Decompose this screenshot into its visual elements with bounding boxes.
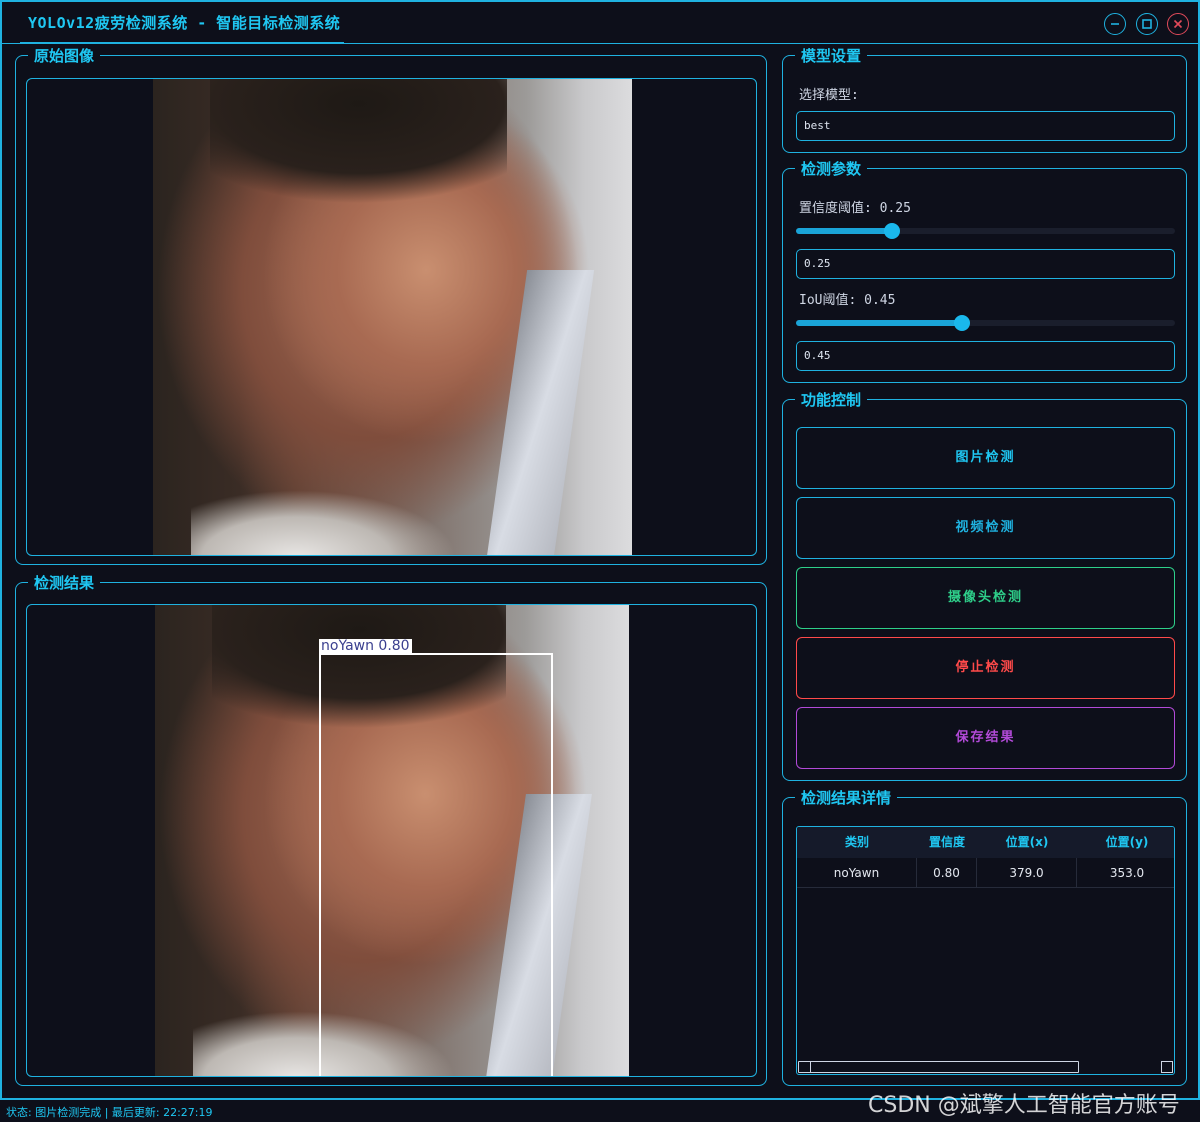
- shirt-region: [191, 480, 455, 555]
- column-header-y[interactable]: 位置(y): [1077, 827, 1174, 858]
- original-image-title: 原始图像: [28, 46, 101, 66]
- maximize-button[interactable]: [1136, 13, 1158, 35]
- detection-label: noYawn 0.80: [319, 638, 412, 654]
- minimize-icon: [1111, 23, 1119, 25]
- hair-region: [210, 79, 508, 204]
- title-bar[interactable]: YOLOv12疲劳检测系统 - 智能目标检测系统: [2, 2, 1198, 44]
- video-detect-button[interactable]: 视频检测: [796, 497, 1175, 559]
- result-image-title: 检测结果: [28, 573, 101, 593]
- minimize-button[interactable]: [1104, 13, 1126, 35]
- column-header-class[interactable]: 类别: [797, 827, 917, 858]
- confidence-slider-handle[interactable]: [884, 223, 900, 239]
- scrollbar-handle[interactable]: [799, 1062, 811, 1072]
- model-select[interactable]: best: [796, 111, 1175, 141]
- detection-box: [319, 653, 553, 1076]
- cell-class: noYawn: [797, 858, 917, 888]
- confidence-slider-fill: [796, 228, 892, 234]
- iou-slider-handle[interactable]: [954, 315, 970, 331]
- result-image-frame: noYawn 0.80: [26, 604, 757, 1077]
- model-settings-title: 模型设置: [795, 46, 868, 66]
- status-text: 状态: 图片检测完成 | 最后更新: 22:27:19: [6, 1106, 213, 1119]
- close-button[interactable]: [1167, 13, 1189, 35]
- result-image: noYawn 0.80: [155, 605, 629, 1076]
- table-header: 类别 置信度 位置(x) 位置(y): [797, 827, 1174, 858]
- title-underline: [20, 40, 344, 44]
- watermark: CSDN @斌擎人工智能官方账号: [868, 1093, 1180, 1118]
- column-header-confidence[interactable]: 置信度: [917, 827, 977, 858]
- image-detect-button[interactable]: 图片检测: [796, 427, 1175, 489]
- controls-title: 功能控制: [795, 390, 868, 410]
- iou-slider-fill: [796, 320, 962, 326]
- confidence-input[interactable]: 0.25: [796, 249, 1175, 279]
- iou-input[interactable]: 0.45: [796, 341, 1175, 371]
- save-results-button[interactable]: 保存结果: [796, 707, 1175, 769]
- original-image-frame: [26, 78, 757, 556]
- maximize-icon: [1142, 19, 1152, 29]
- original-image: [153, 79, 632, 555]
- close-icon: [1173, 19, 1183, 29]
- iou-label: IoU阈值: 0.45: [799, 293, 896, 308]
- scroll-corner: [1161, 1061, 1173, 1073]
- seatbelt-region: [487, 270, 595, 555]
- detection-params-title: 检测参数: [795, 159, 868, 179]
- results-table[interactable]: 类别 置信度 位置(x) 位置(y) noYawn 0.80 379.0 353…: [796, 826, 1175, 1075]
- column-header-x[interactable]: 位置(x): [977, 827, 1077, 858]
- table-row[interactable]: noYawn 0.80 379.0 353.0: [797, 858, 1174, 888]
- results-detail-title: 检测结果详情: [795, 788, 898, 808]
- confidence-label: 置信度阈值: 0.25: [799, 201, 911, 216]
- window-title: YOLOv12疲劳检测系统 - 智能目标检测系统: [28, 14, 341, 32]
- cell-x: 379.0: [977, 858, 1077, 888]
- stop-detect-button[interactable]: 停止检测: [796, 637, 1175, 699]
- app-window: YOLOv12疲劳检测系统 - 智能目标检测系统 原始图像 检测结果 noYaw…: [0, 0, 1200, 1100]
- cell-y: 353.0: [1109, 866, 1145, 880]
- select-model-label: 选择模型:: [799, 88, 859, 103]
- horizontal-scrollbar[interactable]: [798, 1061, 1079, 1073]
- confidence-slider[interactable]: [796, 223, 1175, 239]
- cell-confidence: 0.80: [917, 858, 977, 888]
- camera-detect-button[interactable]: 摄像头检测: [796, 567, 1175, 629]
- iou-slider[interactable]: [796, 315, 1175, 331]
